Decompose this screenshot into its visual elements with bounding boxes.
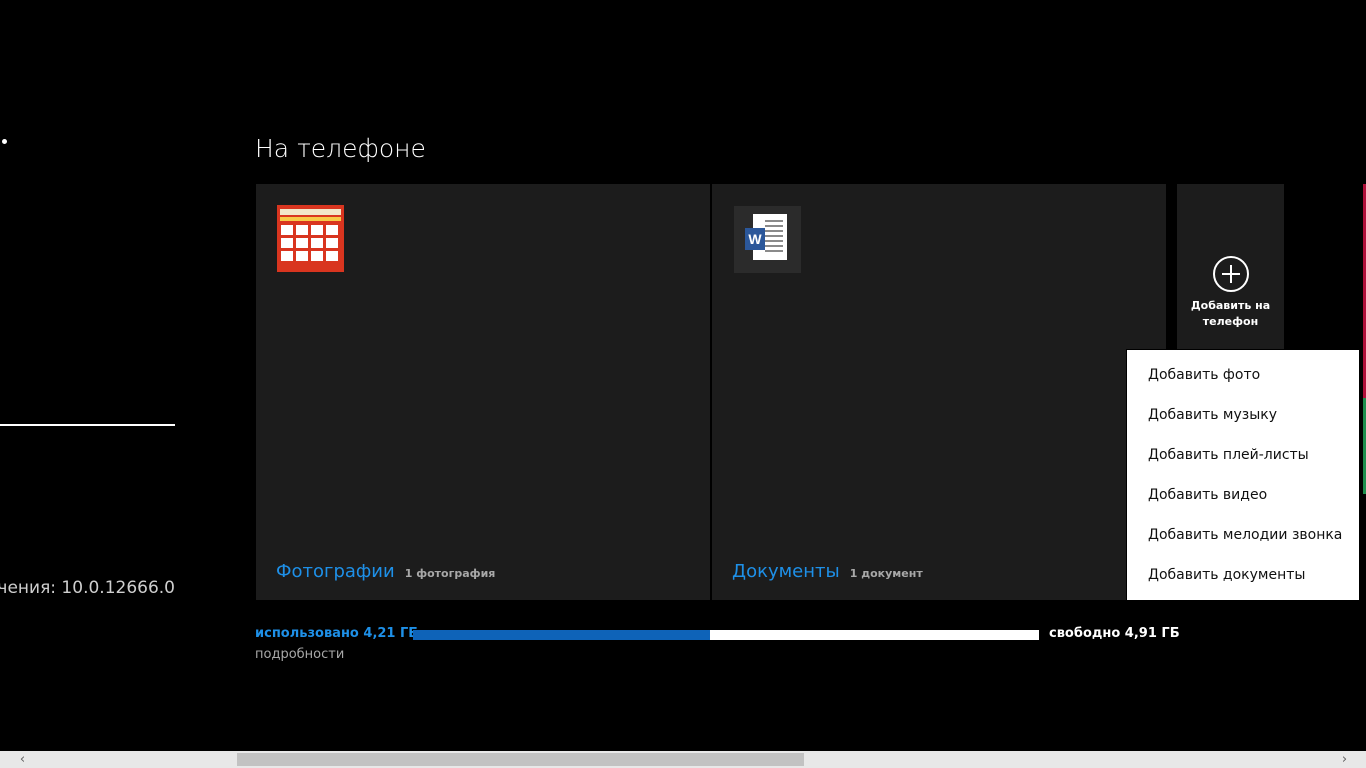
doc-line xyxy=(765,240,783,242)
storage-bar xyxy=(413,630,1039,640)
doc-line xyxy=(765,250,783,252)
scroll-right-icon[interactable]: › xyxy=(1336,751,1353,768)
thumb-band xyxy=(280,209,341,215)
doc-line xyxy=(765,225,783,227)
photos-tile-count: 1 фотография xyxy=(404,567,496,580)
thumb-cell xyxy=(281,238,293,248)
plus-circle-icon xyxy=(1212,256,1249,292)
section-title: На телефоне xyxy=(255,134,426,163)
storage-used-label: использовано 4,21 ГБ xyxy=(255,626,419,641)
doc-line xyxy=(765,230,783,232)
thumb-cell xyxy=(311,225,323,235)
thumb-cell xyxy=(326,225,338,235)
horizontal-scrollbar[interactable]: ‹ › xyxy=(0,751,1366,768)
documents-tile[interactable]: W Документы 1 документ xyxy=(712,184,1166,600)
photos-tile-footer: Фотографии 1 фотография xyxy=(276,561,495,582)
add-context-menu: Добавить фото Добавить музыку Добавить п… xyxy=(1127,350,1359,600)
photos-tile[interactable]: Фотографии 1 фотография xyxy=(256,184,710,600)
thumb-cell xyxy=(281,251,293,261)
photo-thumbnail[interactable] xyxy=(277,205,344,272)
documents-tile-count: 1 документ xyxy=(849,567,923,580)
doc-line xyxy=(765,235,783,237)
menu-item-add-documents[interactable]: Добавить документы xyxy=(1148,567,1305,583)
storage-details-link[interactable]: подробности xyxy=(255,647,344,662)
thumb-cell xyxy=(326,251,338,261)
word-logo-icon: W xyxy=(745,228,765,250)
doc-line xyxy=(765,245,783,247)
thumb-cell xyxy=(296,238,308,248)
scrollbar-thumb[interactable] xyxy=(237,753,804,766)
phone-companion-page: ечения: 10.0.12666.0 На телефоне Фотогра… xyxy=(0,0,1366,768)
menu-item-add-video[interactable]: Добавить видео xyxy=(1148,487,1267,503)
menu-item-add-playlists[interactable]: Добавить плей-листы xyxy=(1148,447,1309,463)
doc-line xyxy=(765,220,783,222)
documents-tile-title[interactable]: Документы xyxy=(732,561,840,582)
left-panel-divider xyxy=(0,424,175,426)
photos-tile-title[interactable]: Фотографии xyxy=(276,561,395,582)
thumb-cell xyxy=(296,251,308,261)
document-thumbnail[interactable]: W xyxy=(734,206,801,273)
storage-bar-used-fill xyxy=(413,630,711,640)
left-panel-bullet xyxy=(2,139,7,144)
storage-free-label: свободно 4,91 ГБ xyxy=(1049,626,1180,641)
menu-item-add-music[interactable]: Добавить музыку xyxy=(1148,407,1277,423)
menu-item-add-ringtones[interactable]: Добавить мелодии звонка xyxy=(1148,527,1342,543)
thumb-cell xyxy=(281,225,293,235)
scroll-left-icon[interactable]: ‹ xyxy=(14,751,31,768)
thumb-cell xyxy=(326,238,338,248)
add-to-phone-tile[interactable]: Добавить на телефон xyxy=(1177,184,1284,350)
thumb-cell xyxy=(311,238,323,248)
thumb-cell xyxy=(311,251,323,261)
add-to-phone-label: Добавить на телефон xyxy=(1190,299,1271,328)
menu-item-add-photo[interactable]: Добавить фото xyxy=(1148,367,1260,383)
software-version-text: ечения: 10.0.12666.0 xyxy=(0,578,175,598)
documents-tile-footer: Документы 1 документ xyxy=(732,561,923,582)
thumb-band xyxy=(280,217,341,221)
thumb-cell xyxy=(296,225,308,235)
